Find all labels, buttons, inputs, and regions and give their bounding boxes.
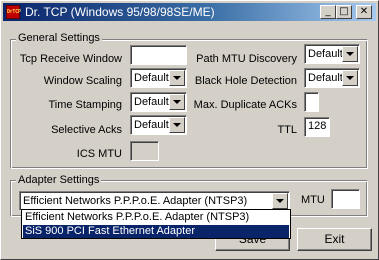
time-stamping-select[interactable]: Default xyxy=(130,92,187,112)
adapter-option-sis-900[interactable]: SiS 900 PCI Fast Ethernet Adapter xyxy=(23,225,289,238)
adapter-select[interactable]: Efficient Networks P.P.P.o.E. Adapter (N… xyxy=(19,191,290,211)
maximize-icon: □ xyxy=(339,6,349,17)
adapter-settings-legend: Adapter Settings xyxy=(16,174,102,186)
ttl-input[interactable]: 128 xyxy=(304,117,330,137)
maximize-button[interactable]: □ xyxy=(336,5,352,19)
minimize-icon: _ xyxy=(325,6,331,17)
chevron-down-icon[interactable] xyxy=(169,117,185,133)
ttl-label: TTL xyxy=(277,124,297,136)
chevron-down-icon[interactable] xyxy=(342,46,358,62)
window-scaling-select[interactable]: Default xyxy=(130,68,187,88)
window-scaling-value: Default xyxy=(134,72,169,84)
adapter-dropdown-list: Efficient Networks P.P.P.o.E. Adapter (N… xyxy=(21,209,291,239)
chevron-down-icon[interactable] xyxy=(272,193,288,209)
title-bar[interactable]: DrTCP Dr. TCP (Windows 95/98/98SE/ME) _ … xyxy=(3,3,376,21)
path-mtu-discovery-label: Path MTU Discovery xyxy=(196,53,297,65)
black-hole-detection-select[interactable]: Default xyxy=(304,68,360,88)
ics-mtu-label: ICS MTU xyxy=(76,148,122,160)
exit-button[interactable]: Exit xyxy=(297,228,372,251)
adapter-selected-value: Efficient Networks P.P.P.o.E. Adapter (N… xyxy=(23,195,248,207)
black-hole-detection-label: Black Hole Detection xyxy=(194,75,297,87)
dr-tcp-window: DrTCP Dr. TCP (Windows 95/98/98SE/ME) _ … xyxy=(0,0,379,260)
time-stamping-value: Default xyxy=(134,96,169,108)
minimize-button[interactable]: _ xyxy=(320,5,336,19)
selective-acks-label: Selective Acks xyxy=(51,124,122,136)
mtu-label: MTU xyxy=(301,194,325,206)
tcp-receive-window-label: Tcp Receive Window xyxy=(19,53,122,65)
chevron-down-icon[interactable] xyxy=(169,70,185,86)
general-settings-legend: General Settings xyxy=(16,32,102,44)
tcp-receive-window-input[interactable] xyxy=(130,45,187,65)
adapter-option-efficient-networks[interactable]: Efficient Networks P.P.P.o.E. Adapter (N… xyxy=(23,211,289,224)
selective-acks-value: Default xyxy=(134,119,169,131)
max-duplicate-acks-input[interactable] xyxy=(304,92,319,112)
close-button[interactable]: ✕ xyxy=(356,5,372,19)
window-title: Dr. TCP (Windows 95/98/98SE/ME) xyxy=(25,5,215,19)
close-icon: ✕ xyxy=(359,6,369,17)
path-mtu-discovery-select[interactable]: Default xyxy=(304,44,360,64)
black-hole-detection-value: Default xyxy=(308,72,343,84)
path-mtu-discovery-value: Default xyxy=(308,48,343,60)
window-scaling-label: Window Scaling xyxy=(43,75,122,87)
time-stamping-label: Time Stamping xyxy=(48,99,122,111)
adapter-mtu-input[interactable] xyxy=(331,189,360,209)
chevron-down-icon[interactable] xyxy=(169,94,185,110)
max-duplicate-acks-label: Max. Duplicate ACKs xyxy=(193,99,297,111)
app-icon: DrTCP xyxy=(6,5,21,19)
chevron-down-icon[interactable] xyxy=(342,70,358,86)
ics-mtu-input xyxy=(130,141,159,161)
selective-acks-select[interactable]: Default xyxy=(130,115,187,135)
